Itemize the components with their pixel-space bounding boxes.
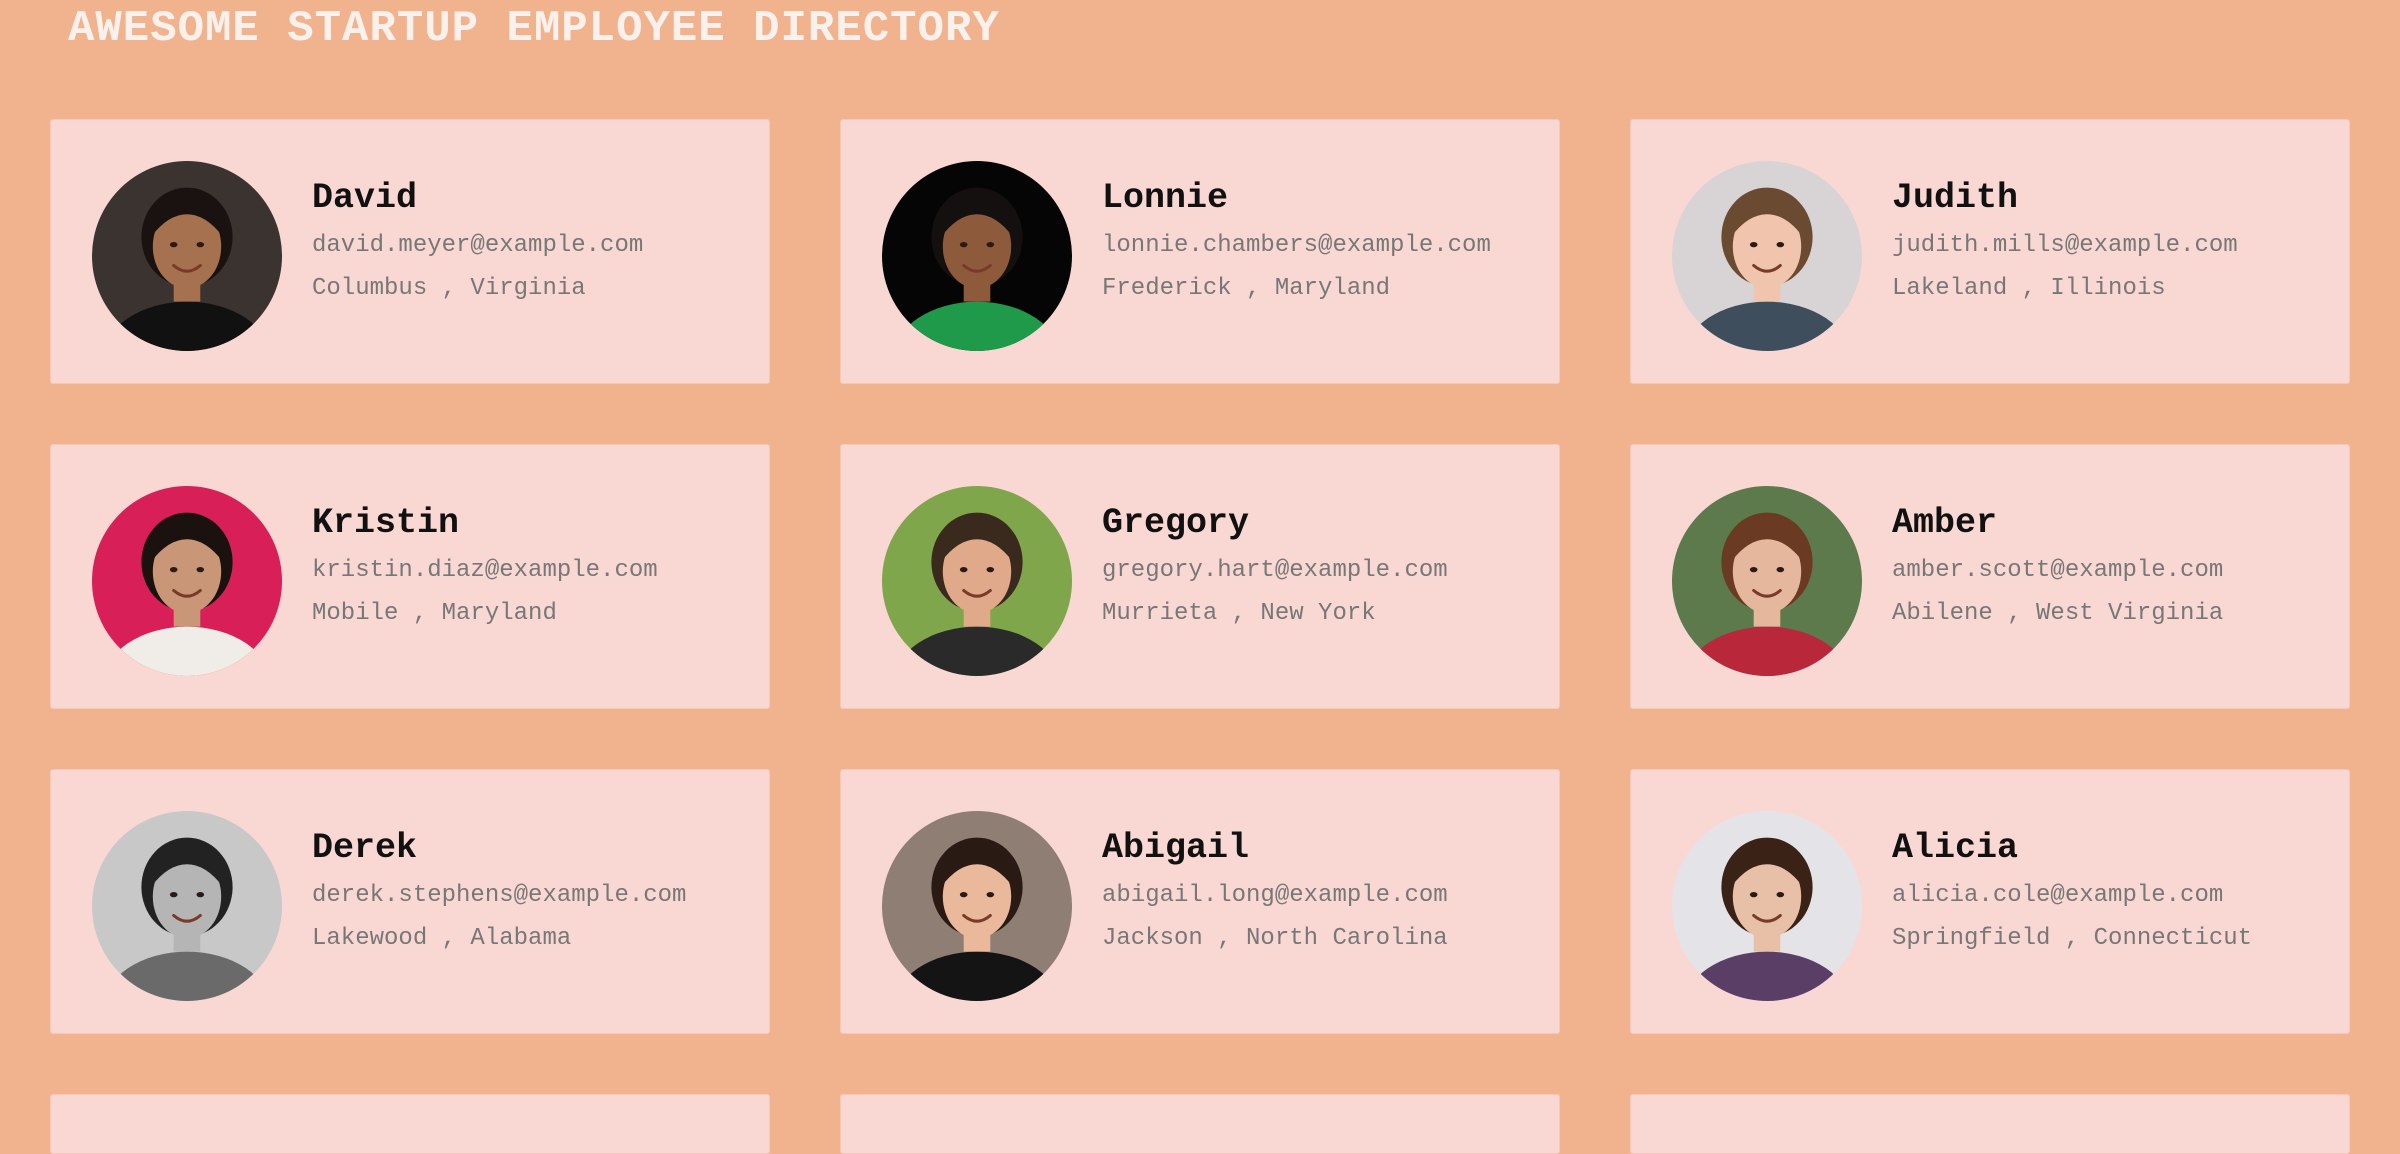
employee-email: david.meyer@example.com [312, 232, 644, 259]
employee-avatar [882, 161, 1072, 351]
employee-name: Lonnie [1102, 178, 1229, 218]
employee-name: Gregory [1102, 503, 1250, 543]
employee-card[interactable]: Judith judith.mills@example.com Lakeland… [1630, 119, 2350, 384]
employee-card[interactable]: Alicia alicia.cole@example.com Springfie… [1630, 769, 2350, 1034]
employee-info: Lonnie lonnie.chambers@example.com Frede… [1102, 177, 1549, 304]
employee-location: Murrieta , New York [1102, 600, 1376, 627]
employee-card[interactable]: Abigail abigail.long@example.com Jackson… [840, 769, 1560, 1034]
employee-avatar [882, 811, 1072, 1001]
employee-email: gregory.hart@example.com [1102, 557, 1448, 584]
employee-name: Derek [312, 828, 418, 868]
employee-location: Frederick , Maryland [1102, 275, 1391, 302]
portrait-image [1672, 486, 1862, 676]
employee-card[interactable] [50, 1094, 770, 1154]
employee-location: Columbus , Virginia [312, 275, 586, 302]
employee-name: Judith [1892, 178, 2019, 218]
employee-name: David [312, 178, 418, 218]
employee-name: Alicia [1892, 828, 2019, 868]
employee-avatar [1672, 161, 1862, 351]
employee-card[interactable] [1630, 1094, 2350, 1154]
employee-info: Gregory gregory.hart@example.com Murriet… [1102, 502, 1549, 629]
portrait-image [882, 161, 1072, 351]
employee-avatar [1672, 811, 1862, 1001]
employee-email: derek.stephens@example.com [312, 882, 687, 909]
employee-location: Springfield , Connecticut [1892, 925, 2253, 952]
employee-avatar [92, 811, 282, 1001]
employee-avatar [1672, 486, 1862, 676]
portrait-image [1672, 161, 1862, 351]
employee-info: Kristin kristin.diaz@example.com Mobile … [312, 502, 759, 629]
employee-info: Amber amber.scott@example.com Abilene , … [1892, 502, 2339, 629]
employee-name: Kristin [312, 503, 460, 543]
employee-info: Alicia alicia.cole@example.com Springfie… [1892, 827, 2339, 954]
page-title: AWESOME STARTUP EMPLOYEE DIRECTORY [68, 4, 1000, 54]
employee-grid: David david.meyer@example.com Columbus ,… [50, 119, 2351, 1154]
employee-avatar [92, 486, 282, 676]
employee-card[interactable]: Derek derek.stephens@example.com Lakewoo… [50, 769, 770, 1034]
employee-card[interactable] [840, 1094, 1560, 1154]
employee-email: lonnie.chambers@example.com [1102, 232, 1491, 259]
employee-card[interactable]: Gregory gregory.hart@example.com Murriet… [840, 444, 1560, 709]
employee-location: Abilene , West Virginia [1892, 600, 2224, 627]
employee-email: amber.scott@example.com [1892, 557, 2224, 584]
employee-email: abigail.long@example.com [1102, 882, 1448, 909]
employee-card[interactable]: Lonnie lonnie.chambers@example.com Frede… [840, 119, 1560, 384]
employee-card[interactable]: Amber amber.scott@example.com Abilene , … [1630, 444, 2350, 709]
employee-avatar [92, 161, 282, 351]
employee-location: Jackson , North Carolina [1102, 925, 1448, 952]
employee-email: judith.mills@example.com [1892, 232, 2238, 259]
employee-name: Abigail [1102, 828, 1250, 868]
portrait-image [92, 811, 282, 1001]
employee-info: Judith judith.mills@example.com Lakeland… [1892, 177, 2339, 304]
employee-email: alicia.cole@example.com [1892, 882, 2224, 909]
employee-location: Lakewood , Alabama [312, 925, 572, 952]
employee-info: Abigail abigail.long@example.com Jackson… [1102, 827, 1549, 954]
portrait-image [92, 486, 282, 676]
employee-card[interactable]: David david.meyer@example.com Columbus ,… [50, 119, 770, 384]
portrait-image [882, 811, 1072, 1001]
employee-location: Lakeland , Illinois [1892, 275, 2166, 302]
employee-location: Mobile , Maryland [312, 600, 557, 627]
employee-info: David david.meyer@example.com Columbus ,… [312, 177, 759, 304]
portrait-image [1672, 811, 1862, 1001]
employee-avatar [882, 486, 1072, 676]
employee-email: kristin.diaz@example.com [312, 557, 658, 584]
employee-name: Amber [1892, 503, 1998, 543]
employee-info: Derek derek.stephens@example.com Lakewoo… [312, 827, 759, 954]
portrait-image [882, 486, 1072, 676]
employee-card[interactable]: Kristin kristin.diaz@example.com Mobile … [50, 444, 770, 709]
portrait-image [92, 161, 282, 351]
